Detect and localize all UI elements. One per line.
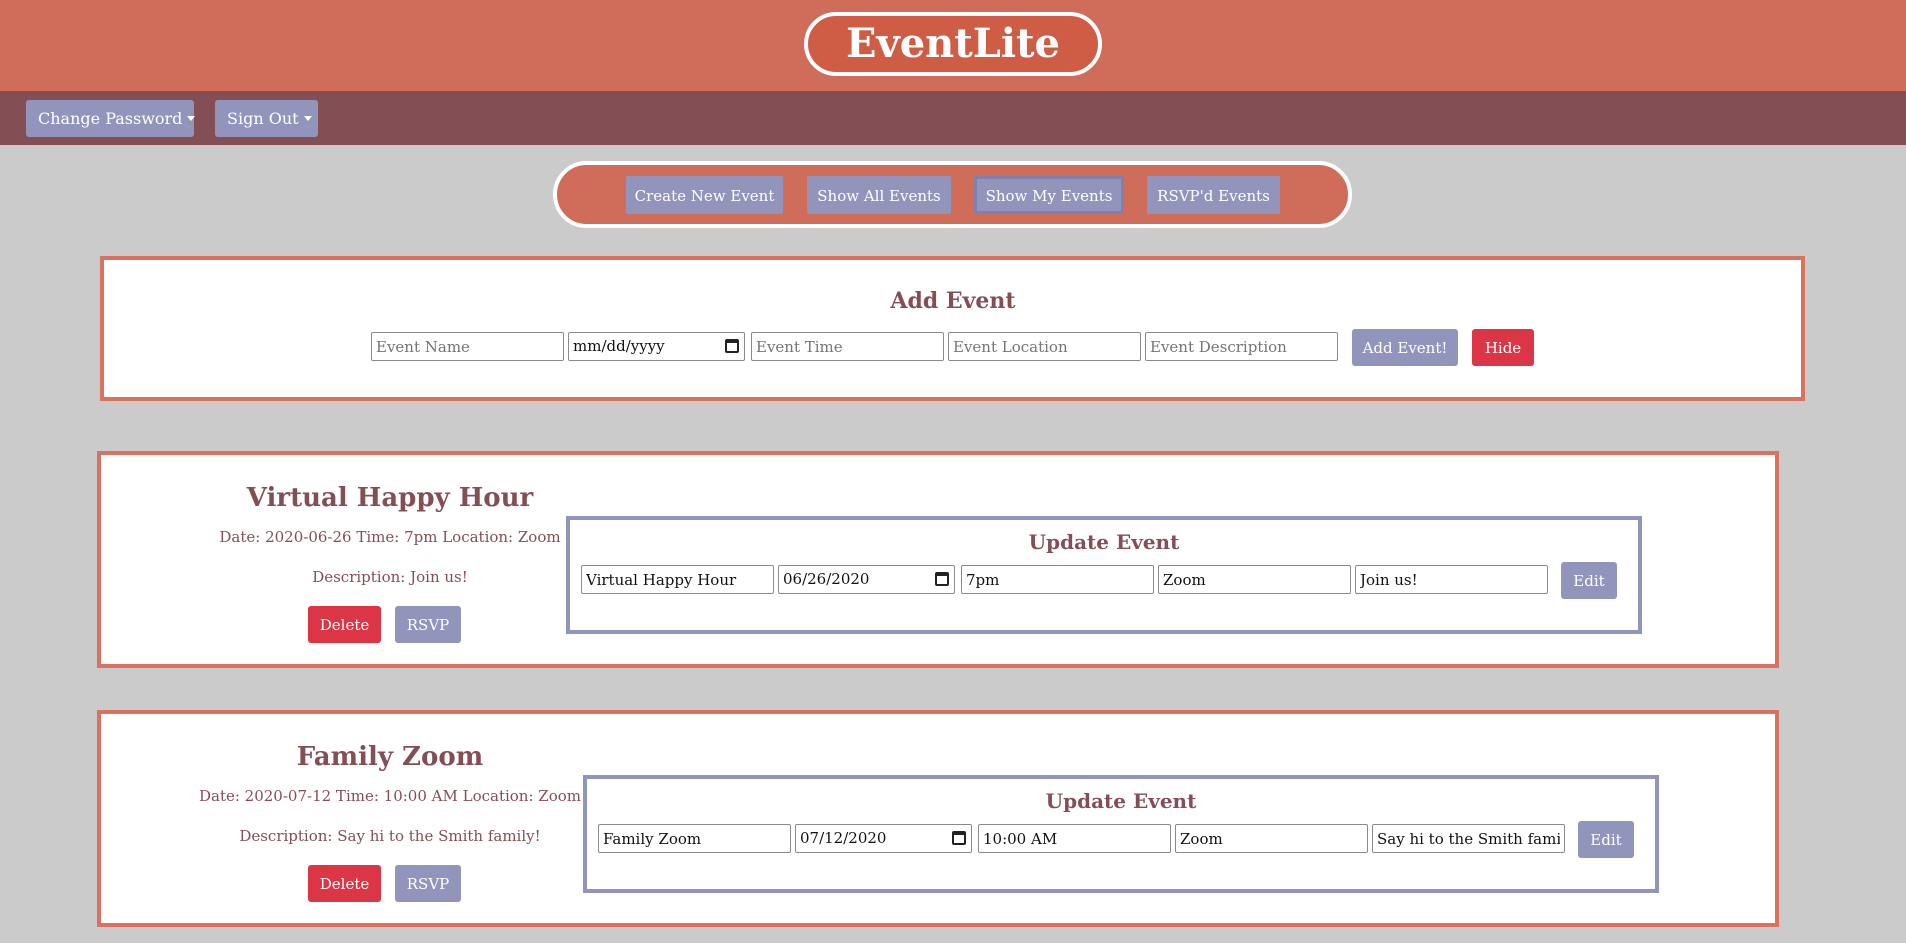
event-title: Virtual Happy Hour [246,483,534,513]
tab-show-all-events[interactable]: Show All Events [807,176,951,214]
update-date-input[interactable]: 06/26/2020 [778,565,955,594]
calendar-icon[interactable] [952,831,966,845]
update-date-value: 06/26/2020 [783,570,870,588]
app-logo: EventLite [804,12,1102,76]
edit-event-button[interactable]: Edit [1561,562,1617,599]
delete-event-button[interactable]: Delete [308,606,381,643]
update-time-input[interactable] [978,824,1171,853]
change-password-label: Change Password [38,109,183,128]
delete-event-button[interactable]: Delete [308,865,381,902]
add-event-card [100,256,1805,401]
calendar-icon[interactable] [935,572,949,586]
event-time-input[interactable] [751,332,944,361]
update-event-title: Update Event [1028,530,1180,554]
event-description: Description: Join us! [312,568,468,586]
change-password-dropdown[interactable]: Change Password [26,100,196,137]
hide-add-event-button[interactable]: Hide [1472,329,1534,366]
sign-out-label: Sign Out [227,109,299,128]
update-date-value: 07/12/2020 [800,829,887,847]
add-event-title: Add Event [890,288,1016,314]
tab-rsvpd-events[interactable]: RSVP'd Events [1147,176,1280,214]
calendar-icon[interactable] [725,339,739,353]
update-description-input[interactable] [1372,824,1565,853]
chevron-down-icon [303,116,312,121]
rsvp-button[interactable]: RSVP [395,606,461,643]
edit-event-button[interactable]: Edit [1578,821,1634,858]
update-name-input[interactable] [581,565,774,594]
tab-create-new-event[interactable]: Create New Event [626,176,783,214]
update-name-input[interactable] [598,824,791,853]
event-location-input[interactable] [948,332,1141,361]
event-name-input[interactable] [371,332,564,361]
event-details: Date: 2020-06-26 Time: 7pm Location: Zoo… [219,528,561,546]
event-description-input[interactable] [1145,332,1338,361]
update-event-title: Update Event [1045,789,1197,813]
event-description: Description: Say hi to the Smith family! [239,827,541,845]
event-date-placeholder: mm/dd/yyyy [573,337,665,355]
update-date-input[interactable]: 07/12/2020 [795,824,972,853]
update-location-input[interactable] [1158,565,1351,594]
tab-show-my-events[interactable]: Show My Events [974,176,1124,214]
update-time-input[interactable] [961,565,1154,594]
event-title: Family Zoom [296,742,484,772]
chevron-down-icon [187,116,196,121]
rsvp-button[interactable]: RSVP [395,865,461,902]
event-date-input[interactable]: mm/dd/yyyy [568,332,745,361]
sign-out-dropdown[interactable]: Sign Out [215,100,318,137]
add-event-submit-button[interactable]: Add Event! [1352,329,1458,366]
update-description-input[interactable] [1355,565,1548,594]
event-details: Date: 2020-07-12 Time: 10:00 AM Location… [198,787,581,805]
update-location-input[interactable] [1175,824,1368,853]
